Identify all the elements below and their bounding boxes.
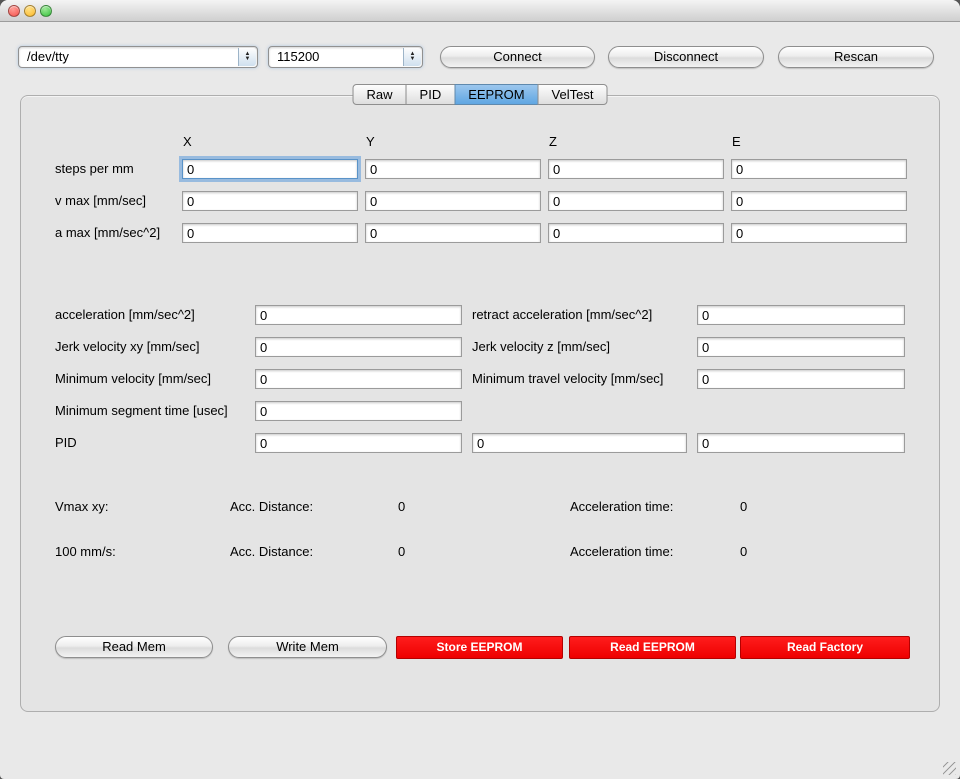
port-select-value: /dev/tty — [27, 49, 69, 64]
speed-100-label: 100 mm/s: — [55, 542, 116, 562]
pid-label: PID — [55, 433, 77, 453]
jerk-velocity-xy-label: Jerk velocity xy [mm/sec] — [55, 337, 199, 357]
vmax-xy-label: Vmax xy: — [55, 497, 108, 517]
port-select[interactable]: /dev/tty ▲▼ — [18, 46, 258, 68]
tab-eeprom[interactable]: EEPROM — [454, 84, 538, 105]
minimum-segment-time-label: Minimum segment time [usec] — [55, 401, 228, 421]
steps-per-mm-input-e[interactable] — [731, 159, 907, 179]
retract-acceleration-input[interactable] — [697, 305, 905, 325]
vmax-acc-distance-value: 0 — [398, 497, 405, 517]
v-max-label: v max [mm/sec] — [55, 191, 146, 211]
axis-header-x: X — [183, 132, 192, 152]
a-max-label: a max [mm/sec^2] — [55, 223, 160, 243]
steps-per-mm-input-y[interactable] — [365, 159, 541, 179]
speed-100-acc-distance-label: Acc. Distance: — [230, 542, 313, 562]
minimum-velocity-input[interactable] — [255, 369, 462, 389]
vmax-acc-time-value: 0 — [740, 497, 747, 517]
speed-100-acc-distance-value: 0 — [398, 542, 405, 562]
vmax-acc-distance-label: Acc. Distance: — [230, 497, 313, 517]
a-max-input-e[interactable] — [731, 223, 907, 243]
resize-grip-icon[interactable] — [943, 762, 956, 775]
tab-veltest[interactable]: VelTest — [538, 84, 608, 105]
connect-button[interactable]: Connect — [440, 46, 595, 68]
v-max-input-y[interactable] — [365, 191, 541, 211]
acceleration-label: acceleration [mm/sec^2] — [55, 305, 195, 325]
minimum-travel-velocity-input[interactable] — [697, 369, 905, 389]
pid-d-input[interactable] — [697, 433, 905, 453]
vmax-acc-time-label: Acceleration time: — [570, 497, 673, 517]
retract-acceleration-label: retract acceleration [mm/sec^2] — [472, 305, 652, 325]
baud-select[interactable]: 115200 ▲▼ — [268, 46, 423, 68]
tab-bar: Raw PID EEPROM VelTest — [353, 84, 608, 105]
zoom-button[interactable] — [40, 5, 52, 17]
rescan-button[interactable]: Rescan — [778, 46, 934, 68]
v-max-input-x[interactable] — [182, 191, 358, 211]
app-window: /dev/tty ▲▼ 115200 ▲▼ Connect Disconnect… — [0, 0, 960, 779]
axis-header-e: E — [732, 132, 741, 152]
jerk-velocity-z-label: Jerk velocity z [mm/sec] — [472, 337, 610, 357]
v-max-input-e[interactable] — [731, 191, 907, 211]
v-max-input-z[interactable] — [548, 191, 724, 211]
close-button[interactable] — [8, 5, 20, 17]
pid-i-input[interactable] — [472, 433, 687, 453]
pid-p-input[interactable] — [255, 433, 462, 453]
jerk-velocity-z-input[interactable] — [697, 337, 905, 357]
store-eeprom-button[interactable]: Store EEPROM — [396, 636, 563, 659]
baud-select-value: 115200 — [277, 49, 319, 64]
disconnect-button[interactable]: Disconnect — [608, 46, 764, 68]
titlebar — [0, 0, 960, 22]
axis-header-z: Z — [549, 132, 557, 152]
speed-100-acc-time-label: Acceleration time: — [570, 542, 673, 562]
steps-per-mm-input-x[interactable] — [182, 159, 358, 179]
minimize-button[interactable] — [24, 5, 36, 17]
steps-per-mm-label: steps per mm — [55, 159, 134, 179]
minimum-travel-velocity-label: Minimum travel velocity [mm/sec] — [472, 369, 663, 389]
a-max-input-z[interactable] — [548, 223, 724, 243]
speed-100-acc-time-value: 0 — [740, 542, 747, 562]
minimum-velocity-label: Minimum velocity [mm/sec] — [55, 369, 211, 389]
acceleration-input[interactable] — [255, 305, 462, 325]
read-mem-button[interactable]: Read Mem — [55, 636, 213, 658]
a-max-input-x[interactable] — [182, 223, 358, 243]
tab-raw[interactable]: Raw — [353, 84, 407, 105]
stepper-arrows-icon: ▲▼ — [403, 48, 421, 66]
minimum-segment-time-input[interactable] — [255, 401, 462, 421]
read-eeprom-button[interactable]: Read EEPROM — [569, 636, 736, 659]
a-max-input-y[interactable] — [365, 223, 541, 243]
write-mem-button[interactable]: Write Mem — [228, 636, 387, 658]
jerk-velocity-xy-input[interactable] — [255, 337, 462, 357]
stepper-arrows-icon: ▲▼ — [238, 48, 256, 66]
steps-per-mm-input-z[interactable] — [548, 159, 724, 179]
axis-header-y: Y — [366, 132, 375, 152]
read-factory-button[interactable]: Read Factory — [740, 636, 910, 659]
tab-pid[interactable]: PID — [406, 84, 456, 105]
